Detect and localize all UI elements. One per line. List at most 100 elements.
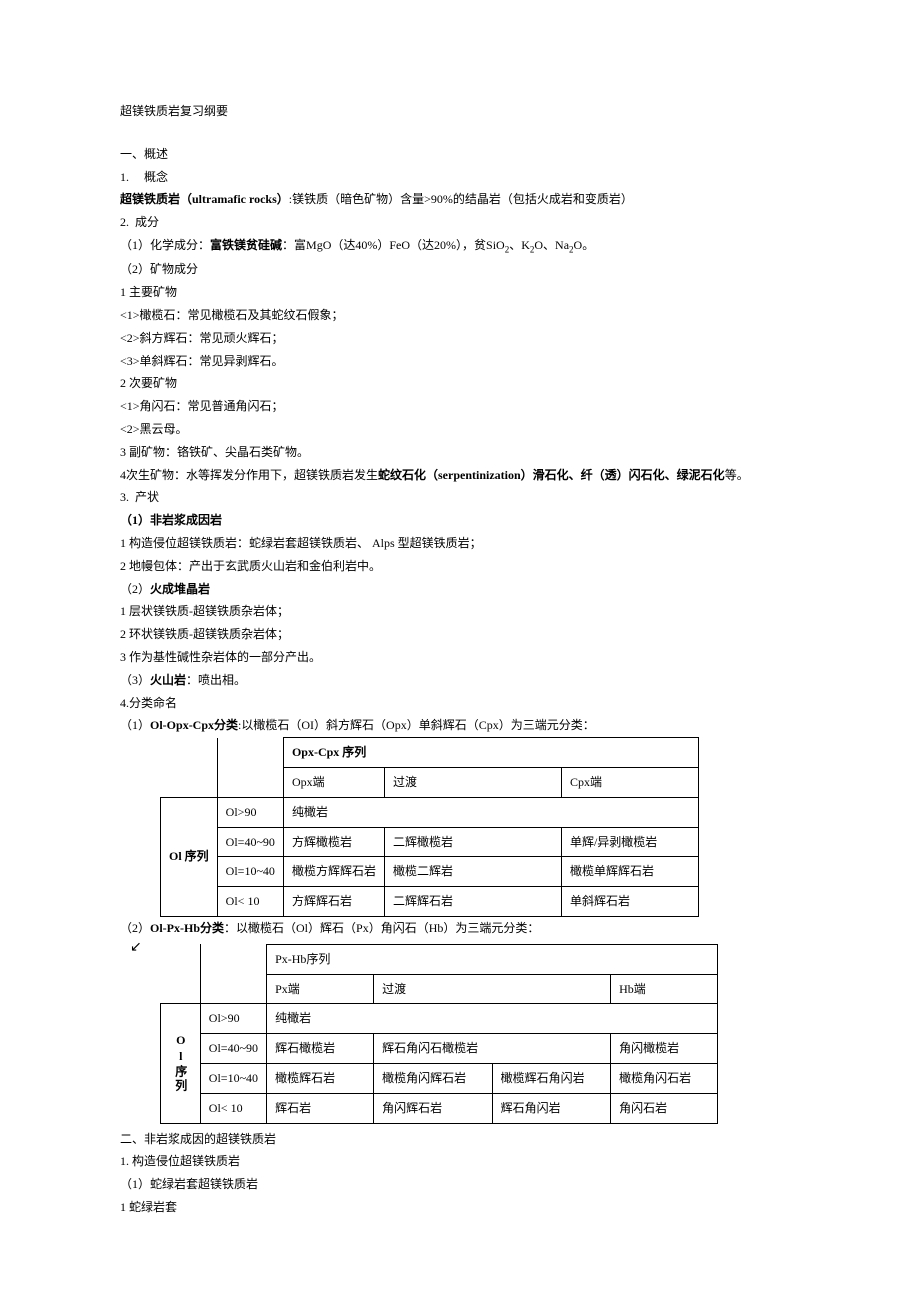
t2-empty3 [161, 974, 201, 1004]
s2-item-1a1: 1 蛇绿岩套 [120, 1196, 800, 1219]
t1-r3l: Ol=10~40 [217, 857, 283, 887]
t1-r1v: 纯橄岩 [283, 797, 698, 827]
t1-c1: Opx端 [283, 768, 384, 798]
occ-3-pre: （3） [120, 673, 150, 687]
arrow-icon: ↙ [130, 935, 142, 962]
occ-3-bold: 火山岩 [150, 673, 186, 687]
s2-item-1a: （1）蛇绿岩套超镁铁质岩 [120, 1173, 800, 1196]
t2-r1l: Ol>90 [200, 1004, 266, 1034]
chem-c: O、Na [534, 238, 569, 252]
num-4: 4. [120, 696, 129, 710]
occ-1b: 2 地幔包体：产出于玄武质火山岩和金伯利岩中。 [120, 555, 800, 578]
t1-r4a: 方辉辉石岩 [283, 887, 384, 917]
item-3-occurrence: 3. 产状 [120, 486, 800, 509]
t2-r1v: 纯橄岩 [267, 1004, 718, 1034]
t2-r3b: 橄榄角闪辉石岩 [374, 1063, 493, 1093]
class-1-line: （1）Ol-Opx-Cpx分类:以橄榄石（OI）斜方辉石（Opx）单斜辉石（Cp… [120, 714, 800, 737]
t2-r3c: 橄榄辉石角闪岩 [492, 1063, 611, 1093]
t2-r3a: 橄榄辉石岩 [267, 1063, 374, 1093]
t1-r2b: 二辉橄榄岩 [384, 827, 561, 857]
t1-c2: 过渡 [384, 768, 561, 798]
occ-2-pre: （2） [120, 582, 150, 596]
definition-line: 超镁铁质岩（ultramafic rocks）:镁铁质（暗色矿物）含量>90%的… [120, 188, 800, 211]
mineral-1: <1>橄榄石：常见橄榄石及其蛇纹石假象； [120, 304, 800, 327]
label-composition: 成分 [135, 215, 159, 229]
class-2-line: （2）Ol-Px-Hb分类：以橄榄石（Ol）辉石（Px）角闪石（Hb）为三端元分… [120, 917, 800, 940]
t1-r4c: 单斜辉石岩 [561, 887, 698, 917]
t2-r4b: 角闪辉石岩 [374, 1093, 493, 1123]
t1-empty3 [161, 768, 218, 798]
s2-item-1: 1. 构造侵位超镁铁质岩 [120, 1150, 800, 1173]
t2-c2: 过渡 [374, 974, 611, 1004]
alt-bold: 蛇纹石化（serpentinization）滑石化、纤（透）闪石化、绿泥石化 [378, 468, 725, 482]
chem-a: ：富MgO（达40%）FeO（达20%），贫SiO [282, 238, 505, 252]
t1-empty2 [217, 738, 283, 768]
t1-r4b: 二辉辉石岩 [384, 887, 561, 917]
table-ol-px-hb: Px-Hb序列 Px端 过渡 Hb端 Ol序列 Ol>90 纯橄岩 Ol=40~… [160, 944, 718, 1124]
sec-mineral-2: <2>黑云母。 [120, 418, 800, 441]
occ-1-hdr: （1）非岩浆成因岩 [120, 509, 800, 532]
definition-text: :镁铁质（暗色矿物）含量>90%的结晶岩（包括火成岩和变质岩） [289, 192, 633, 206]
occ-2b: 2 环状镁铁质-超镁铁质杂岩体； [120, 623, 800, 646]
table-ol-opx-cpx: Opx-Cpx 序列 Opx端 过渡 Cpx端 Ol 序列 Ol>90 纯橄岩 … [160, 737, 699, 917]
num-2: 2. [120, 215, 129, 229]
t2-r2b: 辉石角闪石橄榄岩 [374, 1034, 611, 1064]
item-4-classification: 4.分类命名 [120, 692, 800, 715]
t2-r4d: 角闪石岩 [611, 1093, 718, 1123]
sec-mineral-hdr: 2 次要矿物 [120, 372, 800, 395]
t2-r2c: 角闪橄榄岩 [611, 1034, 718, 1064]
c1-bold: Ol-Opx-Cpx分类 [150, 718, 238, 732]
t2-r3d: 橄榄角闪石岩 [611, 1063, 718, 1093]
alt-post: 等。 [725, 468, 749, 482]
c1-post: :以橄榄石（OI）斜方辉石（Opx）单斜辉石（Cpx）为三端元分类： [238, 718, 595, 732]
t1-empty1 [161, 738, 218, 768]
t1-r3b: 橄榄二辉岩 [384, 857, 561, 887]
t1-r2a: 方辉橄榄岩 [283, 827, 384, 857]
c2-bold: Ol-Px-Hb分类 [150, 921, 224, 935]
chem-b: 、K [509, 238, 530, 252]
alt-pre: 4次生矿物：水等挥发分作用下，超镁铁质岩发生 [120, 468, 378, 482]
occ-3: （3）火山岩：喷出相。 [120, 669, 800, 692]
t2-empty4 [200, 974, 266, 1004]
alteration-line: 4次生矿物：水等挥发分作用下，超镁铁质岩发生蛇纹石化（serpentinizat… [120, 464, 800, 487]
c2-pre: （2） [120, 921, 150, 935]
t2-empty1 [161, 944, 201, 974]
main-mineral-hdr: 1 主要矿物 [120, 281, 800, 304]
num-1: 1. [120, 170, 129, 184]
t1-r1l: Ol>90 [217, 797, 283, 827]
t1-row-hdr: Ol 序列 [161, 797, 218, 916]
num-3: 3. [120, 490, 129, 504]
c1-pre: （1） [120, 718, 150, 732]
label-concept: 概念 [144, 170, 168, 184]
t2-r2a: 辉石橄榄岩 [267, 1034, 374, 1064]
t1-r2c: 单辉/异剥橄榄岩 [561, 827, 698, 857]
t2-r4c: 辉石角闪岩 [492, 1093, 611, 1123]
t2-r2l: Ol=40~90 [200, 1034, 266, 1064]
label-occurrence: 产状 [135, 490, 159, 504]
t2-c1: Px端 [267, 974, 374, 1004]
t1-r3c: 橄榄单辉辉石岩 [561, 857, 698, 887]
t2-col-hdr: Px-Hb序列 [267, 944, 718, 974]
t2-empty2 [200, 944, 266, 974]
term-ultramafic: 超镁铁质岩（ultramafic rocks） [120, 192, 289, 206]
mineral-2: <2>斜方辉石：常见顽火辉石； [120, 327, 800, 350]
chem-pre: （1）化学成分： [120, 238, 210, 252]
label-classification: 分类命名 [129, 696, 177, 710]
t2-row-hdr: Ol序列 [161, 1004, 201, 1123]
occ-2-bold: 火成堆晶岩 [150, 582, 210, 596]
t1-col-hdr: Opx-Cpx 序列 [283, 738, 698, 768]
item-1-concept: 1. 概念 [120, 166, 800, 189]
occ-2a: 1 层状镁铁质-超镁铁质杂岩体； [120, 600, 800, 623]
mineral-3: <3>单斜辉石：常见异剥辉石。 [120, 350, 800, 373]
section-2-heading: 二、非岩浆成因的超镁铁质岩 [120, 1128, 800, 1151]
occ-1a: 1 构造侵位超镁铁质岩：蛇绿岩套超镁铁质岩、 Alps 型超镁铁质岩； [120, 532, 800, 555]
t1-r3a: 橄榄方辉辉石岩 [283, 857, 384, 887]
occ-3-post: ：喷出相。 [186, 673, 246, 687]
t2-r4a: 辉石岩 [267, 1093, 374, 1123]
item-2-composition: 2. 成分 [120, 211, 800, 234]
occ-2c: 3 作为基性碱性杂岩体的一部分产出。 [120, 646, 800, 669]
t1-r4l: Ol< 10 [217, 887, 283, 917]
t2-r4l: Ol< 10 [200, 1093, 266, 1123]
t2-r3l: Ol=10~40 [200, 1063, 266, 1093]
sec-mineral-1: <1>角闪石：常见普通角闪石； [120, 395, 800, 418]
